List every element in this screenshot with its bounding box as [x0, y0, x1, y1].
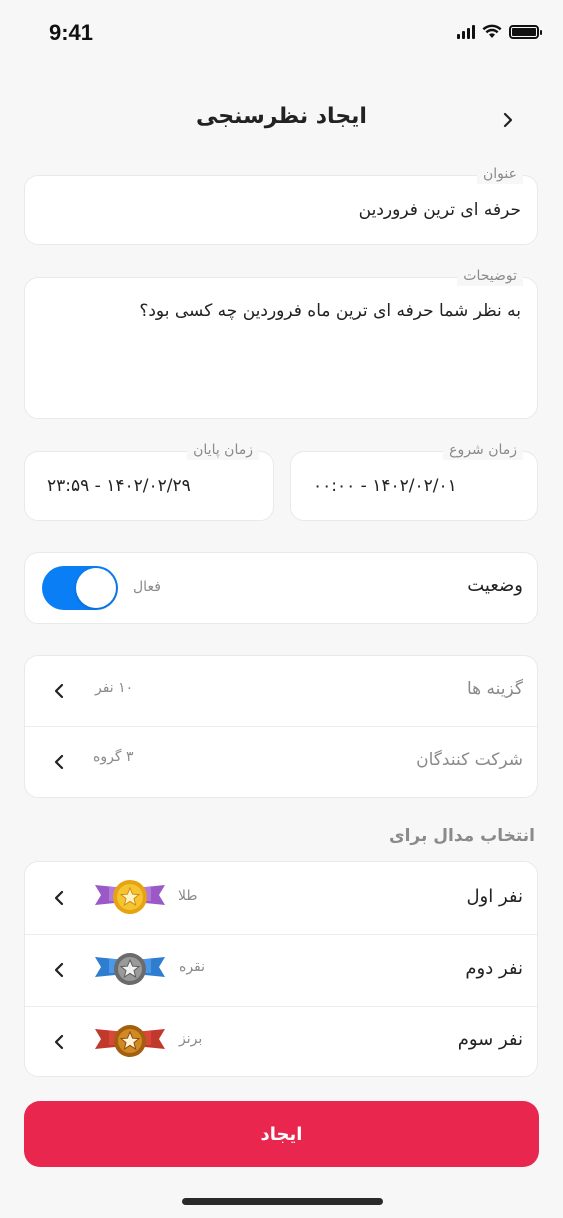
settings-group: گزینه ها ۱۰ نفر شرکت کنندگان ۳ گروه: [24, 655, 538, 798]
chevron-left-icon: [54, 683, 64, 699]
status-label: وضعیت: [467, 575, 523, 596]
participants-value: ۳ گروه: [93, 749, 134, 765]
chevron-left-icon: [54, 962, 64, 978]
medal-name: نقره: [179, 959, 206, 975]
description-field-value: به نظر شما حرفه ای ترین ماه فروردین چه ک…: [139, 301, 521, 321]
battery-icon: [509, 24, 542, 39]
title-field-label: عنوان: [477, 164, 523, 184]
description-field[interactable]: توضیحات به نظر شما حرفه ای ترین ماه فرور…: [24, 266, 538, 419]
end-time-value: ۱۴۰۲/۰۲/۲۹ - ۲۳:۵۹: [47, 476, 191, 496]
options-value: ۱۰ نفر: [95, 680, 134, 696]
medal-row-label: نفر اول: [466, 886, 523, 907]
start-time-field[interactable]: زمان شروع ۱۴۰۲/۰۲/۰۱ - ۰۰:۰۰: [290, 440, 538, 521]
options-label: گزینه ها: [467, 679, 523, 699]
description-field-label: توضیحات: [457, 266, 523, 286]
page-title: ایجاد نظرسنجی: [196, 104, 367, 129]
medal-name: طلا: [178, 888, 198, 904]
bronze-medal-icon: [95, 1025, 165, 1057]
medal-row-label: نفر دوم: [465, 958, 523, 979]
create-button[interactable]: ایجاد: [24, 1101, 539, 1167]
gold-medal-icon: [95, 880, 165, 914]
back-chevron-icon[interactable]: [498, 110, 518, 130]
end-time-field[interactable]: زمان پایان ۱۴۰۲/۰۲/۲۹ - ۲۳:۵۹: [24, 440, 274, 521]
phone-screen: 9:41 ایجاد نظرسنجی عنوان حرفه ای ترین فر…: [0, 0, 563, 1218]
medal-row-second[interactable]: نفر دوم نقره: [25, 935, 537, 1006]
medal-row-third[interactable]: نفر سوم برنز: [25, 1007, 537, 1078]
participants-label: شرکت کنندگان: [416, 750, 523, 770]
medal-group: نفر اول طلا نفر دوم نقره نفر سوم برنز: [24, 861, 538, 1077]
chevron-left-icon: [54, 890, 64, 906]
status-icons: [457, 24, 542, 39]
end-time-label: زمان پایان: [187, 440, 259, 460]
status-time: 9:41: [49, 20, 94, 45]
chevron-left-icon: [54, 1034, 64, 1050]
medal-section-title: انتخاب مدال برای: [389, 826, 535, 846]
medal-row-first[interactable]: نفر اول طلا: [25, 862, 537, 934]
status-row: وضعیت فعال: [24, 552, 538, 624]
participants-row[interactable]: شرکت کنندگان ۳ گروه: [25, 727, 537, 798]
medal-row-label: نفر سوم: [457, 1029, 523, 1050]
title-field[interactable]: عنوان حرفه ای ترین فروردین: [24, 164, 538, 245]
wifi-icon: [482, 24, 502, 38]
status-toggle[interactable]: [42, 566, 118, 610]
start-time-value: ۱۴۰۲/۰۲/۰۱ - ۰۰:۰۰: [313, 476, 457, 496]
status-state-label: فعال: [133, 579, 161, 595]
chevron-left-icon: [54, 754, 64, 770]
silver-medal-icon: [95, 953, 165, 985]
signal-icon: [457, 24, 475, 39]
medal-name: برنز: [179, 1031, 203, 1047]
home-indicator: [182, 1198, 383, 1205]
title-field-value: حرفه ای ترین فروردین: [358, 200, 521, 220]
toggle-knob: [76, 568, 116, 608]
options-row[interactable]: گزینه ها ۱۰ نفر: [25, 656, 537, 726]
start-time-label: زمان شروع: [443, 440, 523, 460]
